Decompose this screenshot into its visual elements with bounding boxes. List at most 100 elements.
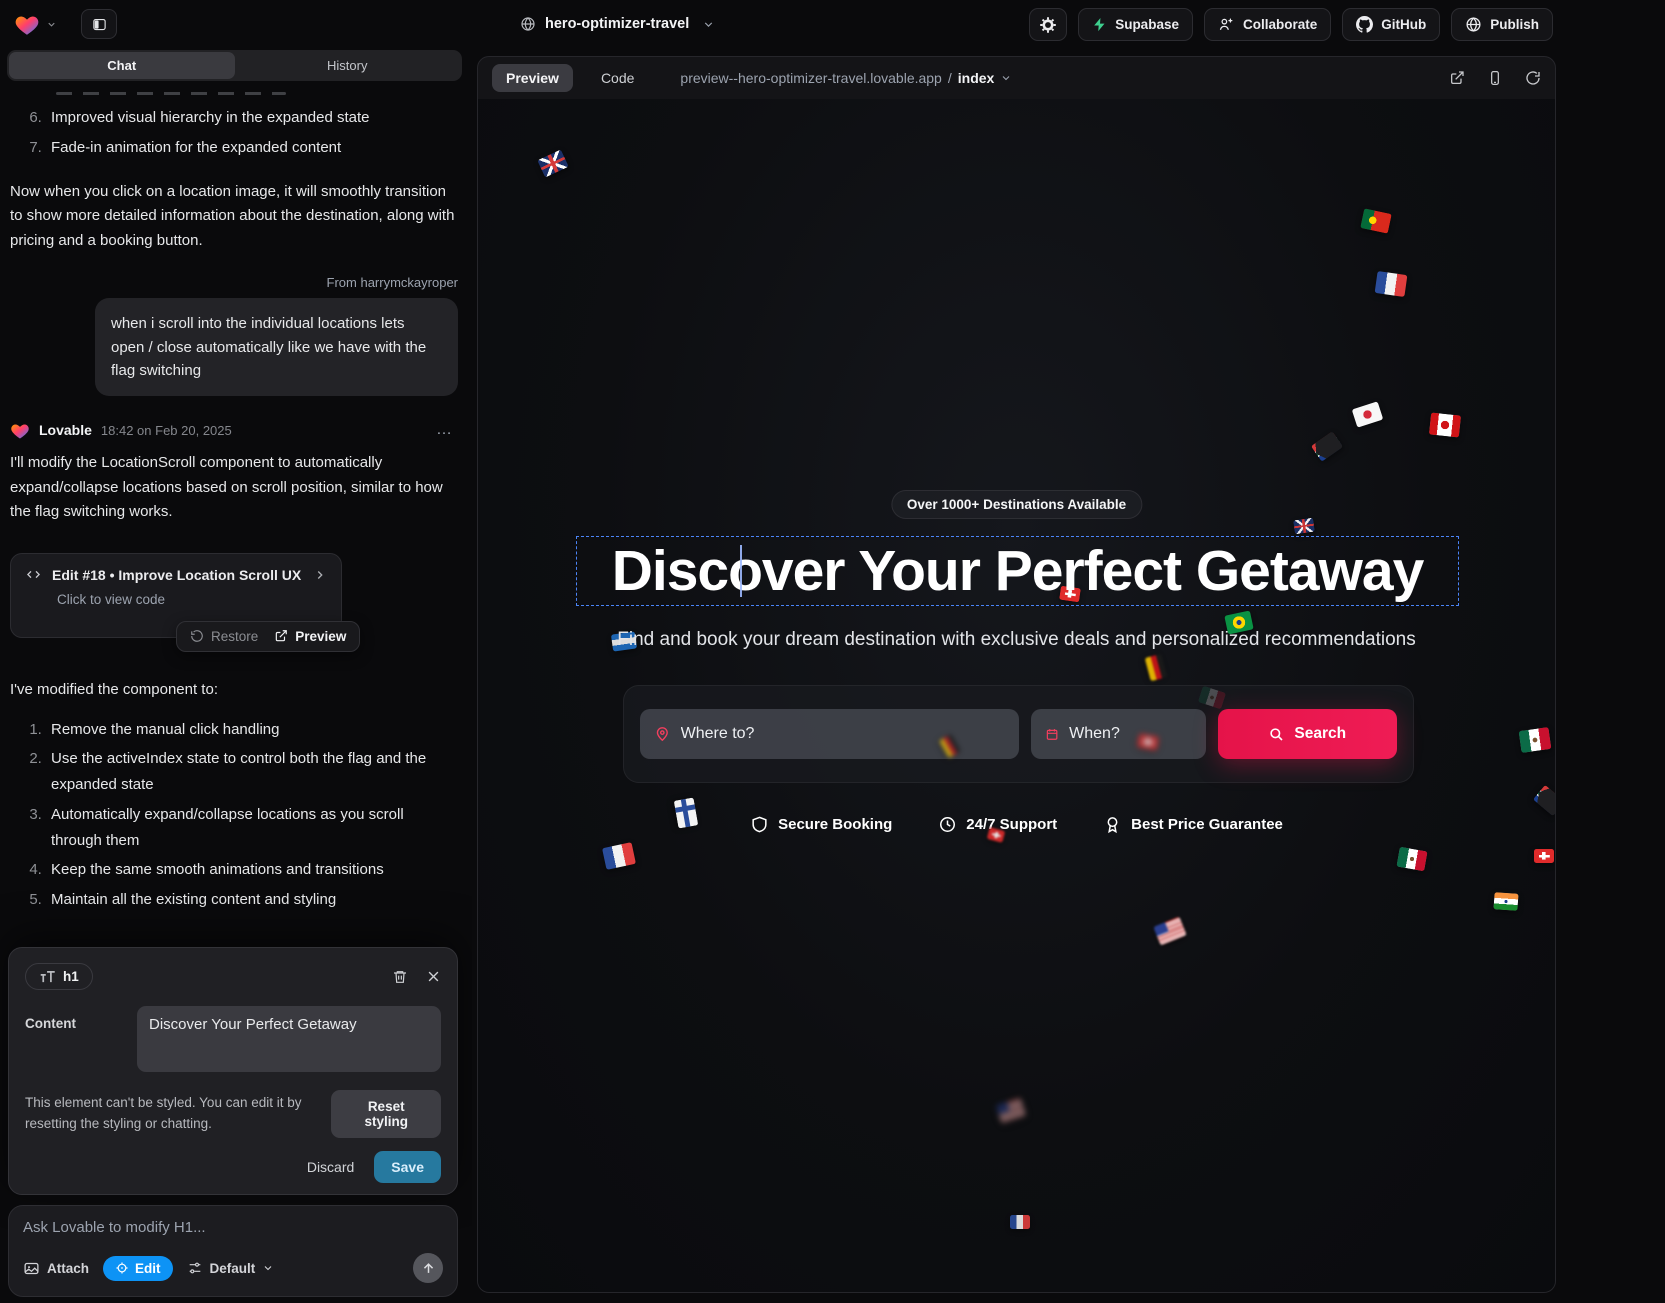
feature-label: 24/7 Support	[966, 816, 1057, 833]
where-input[interactable]	[681, 725, 1005, 743]
settings-button[interactable]	[1029, 8, 1067, 41]
h1-content-textarea[interactable]: Discover Your Perfect Getaway	[137, 1006, 441, 1072]
flag-france-icon	[602, 842, 636, 870]
award-icon	[1103, 815, 1122, 834]
content-field-label: Content	[25, 1006, 137, 1072]
preview-viewport[interactable]: Over 1000+ Destinations Available Discov…	[478, 99, 1555, 1292]
supabase-label: Supabase	[1115, 17, 1179, 32]
chevron-down-icon	[1000, 72, 1012, 84]
list-item: Fade-in animation for the expanded conte…	[46, 135, 458, 161]
publish-globe-icon	[1465, 16, 1482, 33]
when-input[interactable]	[1069, 725, 1191, 743]
publish-label: Publish	[1490, 17, 1539, 32]
chat-message-list[interactable]: Improved visual hierarchy in the expande…	[0, 81, 472, 913]
search-icon	[1268, 726, 1284, 742]
assistant-message-header: Lovable 18:42 on Feb 20, 2025 …	[10, 421, 458, 439]
lovable-logo-icon[interactable]	[14, 12, 40, 36]
refresh-icon	[1525, 70, 1541, 86]
restore-preview-pill: Restore Preview	[176, 621, 360, 652]
edit-mode-label: Edit	[135, 1261, 161, 1276]
send-button[interactable]	[413, 1253, 443, 1283]
project-selector[interactable]: hero-optimizer-travel	[520, 0, 715, 48]
chevron-right-icon	[313, 568, 327, 582]
publish-button[interactable]: Publish	[1451, 8, 1553, 41]
list-item: Use the activeIndex state to control bot…	[46, 746, 458, 798]
discard-button[interactable]: Discard	[307, 1159, 354, 1175]
flag-southafrica-icon	[1311, 431, 1343, 461]
feature-badges-row: Secure Booking 24/7 Support Best Price G…	[478, 815, 1555, 834]
assistant-name: Lovable	[39, 422, 92, 438]
assistant-paragraph: I'll modify the LocationScroll component…	[10, 451, 458, 525]
feature-label: Best Price Guarantee	[1131, 816, 1283, 833]
search-button-label: Search	[1294, 725, 1346, 743]
list-item: Keep the same smooth animations and tran…	[46, 857, 458, 883]
typography-icon	[39, 970, 56, 984]
clipped-text-row	[56, 92, 286, 95]
when-field[interactable]	[1031, 709, 1206, 759]
image-icon	[23, 1260, 40, 1277]
lovable-heart-icon	[10, 421, 30, 439]
collaborate-label: Collaborate	[1243, 17, 1317, 32]
url-domain: preview--hero-optimizer-travel.lovable.a…	[680, 70, 941, 86]
search-button[interactable]: Search	[1218, 709, 1397, 759]
github-label: GitHub	[1381, 17, 1426, 32]
calendar-icon	[1045, 726, 1059, 743]
open-in-new-tab-button[interactable]	[1449, 70, 1465, 86]
feature-secure-booking: Secure Booking	[750, 815, 892, 834]
chat-mode-selector[interactable]: Default	[187, 1260, 275, 1276]
url-separator: /	[948, 70, 952, 86]
flag-portugal-icon	[1360, 208, 1392, 233]
flag-newzealand-icon	[1293, 518, 1315, 535]
shield-icon	[750, 815, 769, 834]
hero-subtitle: Find and book your dream destination wit…	[478, 629, 1555, 651]
restore-button[interactable]: Restore	[190, 629, 258, 644]
edit-mode-button[interactable]: Edit	[103, 1256, 173, 1281]
tab-history[interactable]: History	[235, 52, 461, 79]
assistant-numbered-list-bottom: Remove the manual click handlingUse the …	[10, 717, 458, 914]
flag-india-icon	[1493, 892, 1518, 911]
flag-france-icon	[1010, 1215, 1030, 1229]
message-menu-button[interactable]: …	[432, 421, 458, 439]
flag-france-icon	[1375, 271, 1408, 297]
mobile-view-button[interactable]	[1487, 70, 1503, 86]
sidebar-tabs: Chat History	[7, 50, 462, 81]
delete-element-button[interactable]	[392, 969, 408, 985]
crosshair-icon	[115, 1261, 129, 1275]
edit-card-wrapper: Edit #18 • Improve Location Scroll UX Cl…	[10, 553, 342, 638]
element-tag-label: h1	[63, 969, 79, 984]
edit-card-subtitle: Click to view code	[57, 592, 327, 607]
preview-button[interactable]: Preview	[274, 629, 346, 644]
logo-chevron-down-icon[interactable]	[46, 19, 57, 30]
sidebar-toggle-button[interactable]	[81, 9, 117, 39]
smartphone-icon	[1487, 70, 1503, 86]
chat-sidebar: Chat History Improved visual hierarchy i…	[0, 48, 472, 1303]
element-tag-pill[interactable]: h1	[25, 963, 93, 990]
preview-frame: Preview Code preview--hero-optimizer-tra…	[477, 56, 1556, 1293]
h1-selection-outline[interactable]: Discover Your Perfect Getaway	[576, 536, 1459, 606]
top-bar: hero-optimizer-travel Supabase Collabora…	[0, 0, 1665, 48]
people-plus-icon	[1218, 16, 1235, 33]
save-button[interactable]: Save	[374, 1151, 441, 1183]
user-message-source: From harrymckayroper	[10, 275, 458, 290]
collaborate-button[interactable]: Collaborate	[1204, 8, 1331, 41]
attach-button[interactable]: Attach	[23, 1260, 89, 1277]
tab-code[interactable]: Code	[587, 64, 648, 92]
destination-search-panel: Search	[623, 685, 1414, 783]
attach-label: Attach	[47, 1261, 89, 1276]
tab-preview[interactable]: Preview	[492, 64, 573, 92]
preview-label: Preview	[295, 629, 346, 644]
preview-url[interactable]: preview--hero-optimizer-travel.lovable.a…	[680, 70, 1012, 86]
reset-styling-button[interactable]: Reset styling	[331, 1090, 441, 1138]
flag-switzerland-icon	[1534, 849, 1554, 863]
external-link-icon	[1449, 70, 1465, 86]
where-field[interactable]	[640, 709, 1019, 759]
refresh-button[interactable]	[1525, 70, 1541, 86]
supabase-button[interactable]: Supabase	[1078, 8, 1193, 41]
project-name: hero-optimizer-travel	[545, 16, 689, 32]
chat-composer-input[interactable]	[23, 1219, 443, 1236]
close-panel-button[interactable]	[426, 969, 441, 984]
github-button[interactable]: GitHub	[1342, 8, 1440, 41]
tab-chat[interactable]: Chat	[9, 52, 235, 79]
assistant-numbered-list-top: Improved visual hierarchy in the expande…	[10, 105, 458, 161]
panel-left-icon	[91, 17, 108, 32]
